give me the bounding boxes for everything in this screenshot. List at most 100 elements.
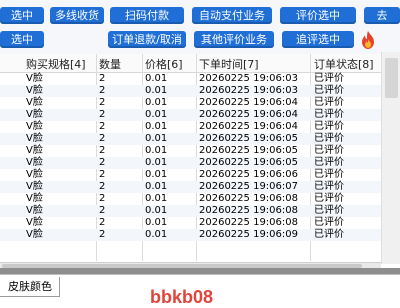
cell-quantity: 2 — [99, 145, 106, 156]
cell-quantity: 2 — [99, 169, 106, 180]
cell-spec: V脸 — [26, 193, 43, 204]
cell-spec: V脸 — [26, 229, 43, 240]
order-refund-cancel-button[interactable]: 订单退款/取消 — [108, 31, 186, 48]
vertical-scrollbar-thumb[interactable] — [385, 58, 398, 98]
column-header-order-status[interactable]: 订单状态[8] — [314, 56, 374, 72]
multi-line-receive-button[interactable]: 多线收货 — [50, 7, 104, 24]
cell-price: 0.01 — [145, 193, 168, 204]
vertical-scrollbar[interactable] — [381, 52, 400, 264]
cell-order-status: 已评价 — [314, 193, 344, 204]
review-selected-button[interactable]: 评价选中 — [280, 7, 356, 24]
cell-order-time: 20260225 19:06:09 — [199, 229, 298, 240]
cell-order-status: 已评价 — [314, 133, 344, 144]
select-button-2[interactable]: 选中 — [0, 31, 44, 48]
table-row[interactable]: V脸 2 0.01 20260225 19:06:05 已评价 — [0, 157, 381, 169]
cell-spec: V脸 — [26, 169, 43, 180]
scan-pay-button[interactable]: 扫码付款 — [110, 7, 184, 24]
table-row[interactable]: V脸 2 0.01 20260225 19:06:05 已评价 — [0, 133, 381, 145]
cell-order-status: 已评价 — [314, 229, 344, 240]
cell-order-status: 已评价 — [314, 181, 344, 192]
table-row[interactable]: V脸 2 0.01 20260225 19:06:09 已评价 — [0, 229, 381, 241]
cell-order-time: 20260225 19:06:05 — [199, 133, 298, 144]
table-row[interactable]: V脸 2 0.01 20260225 19:06:07 已评价 — [0, 181, 381, 193]
cell-quantity: 2 — [99, 97, 106, 108]
cell-quantity: 2 — [99, 121, 106, 132]
cell-spec: V脸 — [26, 85, 43, 96]
column-header-quantity[interactable]: 数量 — [99, 56, 121, 72]
cell-order-status: 已评价 — [314, 73, 344, 84]
cell-price: 0.01 — [145, 229, 168, 240]
other-review-business-button[interactable]: 其他评价业务 — [194, 31, 274, 48]
table-row[interactable]: V脸 2 0.01 20260225 19:06:08 已评价 — [0, 217, 381, 229]
cell-order-status: 已评价 — [314, 121, 344, 132]
cell-price: 0.01 — [145, 181, 168, 192]
table-row[interactable]: V脸 2 0.01 20260225 19:06:04 已评价 — [0, 109, 381, 121]
cell-spec: V脸 — [26, 157, 43, 168]
table-row[interactable]: V脸 2 0.01 20260225 19:06:04 已评价 — [0, 97, 381, 109]
cell-order-status: 已评价 — [314, 157, 344, 168]
table-body: V脸 2 0.01 20260225 19:06:03 已评价 V脸 2 0.01 202602… — [0, 73, 381, 241]
cell-order-status: 已评价 — [314, 85, 344, 96]
cell-order-status: 已评价 — [314, 97, 344, 108]
cell-spec: V脸 — [26, 121, 43, 132]
cell-spec: V脸 — [26, 109, 43, 120]
cell-quantity: 2 — [99, 157, 106, 168]
cell-order-status: 已评价 — [314, 169, 344, 180]
table-row[interactable]: V脸 2 0.01 20260225 19:06:04 已评价 — [0, 121, 381, 133]
column-header-price[interactable]: 价格[6] — [145, 56, 183, 72]
cell-quantity: 2 — [99, 229, 106, 240]
cell-order-status: 已评价 — [314, 145, 344, 156]
cell-order-time: 20260225 19:06:04 — [199, 97, 298, 108]
cell-price: 0.01 — [145, 73, 168, 84]
cell-order-time: 20260225 19:06:08 — [199, 205, 298, 216]
cell-order-status: 已评价 — [314, 205, 344, 216]
cell-price: 0.01 — [145, 157, 168, 168]
cell-price: 0.01 — [145, 85, 168, 96]
cell-price: 0.01 — [145, 217, 168, 228]
cell-order-time: 20260225 19:06:08 — [199, 193, 298, 204]
cell-order-time: 20260225 19:06:03 — [199, 85, 298, 96]
cell-quantity: 2 — [99, 109, 106, 120]
cell-order-status: 已评价 — [314, 217, 344, 228]
cell-price: 0.01 — [145, 169, 168, 180]
cell-price: 0.01 — [145, 205, 168, 216]
cell-order-time: 20260225 19:06:05 — [199, 145, 298, 156]
column-header-spec[interactable]: 购买规格[4] — [26, 56, 86, 72]
cell-spec: V脸 — [26, 133, 43, 144]
cell-quantity: 2 — [99, 193, 106, 204]
table-header: 购买规格[4] 数量 价格[6] 下单时间[7] 订单状态[8] — [0, 54, 381, 73]
cell-spec: V脸 — [26, 73, 43, 84]
table-row[interactable]: V脸 2 0.01 20260225 19:06:03 已评价 — [0, 85, 381, 97]
cell-price: 0.01 — [145, 97, 168, 108]
go-button[interactable]: 去 — [364, 7, 400, 24]
toolbar: 选中 多线收货 扫码付款 自动支付业务 评价选中 去 选中 订单退款/取消 其他… — [0, 0, 400, 54]
cell-spec: V脸 — [26, 217, 43, 228]
cell-spec: V脸 — [26, 181, 43, 192]
fire-icon[interactable] — [358, 30, 378, 50]
auto-pay-business-button[interactable]: 自动支付业务 — [192, 7, 272, 24]
cell-order-time: 20260225 19:06:05 — [199, 157, 298, 168]
cell-price: 0.01 — [145, 109, 168, 120]
table-row[interactable]: V脸 2 0.01 20260225 19:06:08 已评价 — [0, 193, 381, 205]
cell-quantity: 2 — [99, 133, 106, 144]
table-row[interactable]: V脸 2 0.01 20260225 19:06:03 已评价 — [0, 73, 381, 85]
cell-quantity: 2 — [99, 205, 106, 216]
table-row[interactable]: V脸 2 0.01 20260225 19:06:05 已评价 — [0, 145, 381, 157]
cell-order-time: 20260225 19:06:04 — [199, 121, 298, 132]
cell-price: 0.01 — [145, 133, 168, 144]
cell-quantity: 2 — [99, 181, 106, 192]
table-row[interactable]: V脸 2 0.01 20260225 19:06:08 已评价 — [0, 205, 381, 217]
cell-quantity: 2 — [99, 73, 106, 84]
column-header-order-time[interactable]: 下单时间[7] — [199, 56, 259, 72]
table-row[interactable]: V脸 2 0.01 20260225 19:06:06 已评价 — [0, 169, 381, 181]
cell-quantity: 2 — [99, 217, 106, 228]
select-button[interactable]: 选中 — [0, 7, 44, 24]
tab-skin-color[interactable]: 皮肤颜色 — [0, 277, 60, 297]
cell-spec: V脸 — [26, 145, 43, 156]
follow-up-review-button[interactable]: 追评选中 — [282, 31, 354, 48]
cell-spec: V脸 — [26, 97, 43, 108]
watermark-text: bbkb08 — [150, 287, 214, 307]
cell-order-time: 20260225 19:06:07 — [199, 181, 298, 192]
cell-order-time: 20260225 19:06:06 — [199, 169, 298, 180]
cell-order-time: 20260225 19:06:08 — [199, 217, 298, 228]
